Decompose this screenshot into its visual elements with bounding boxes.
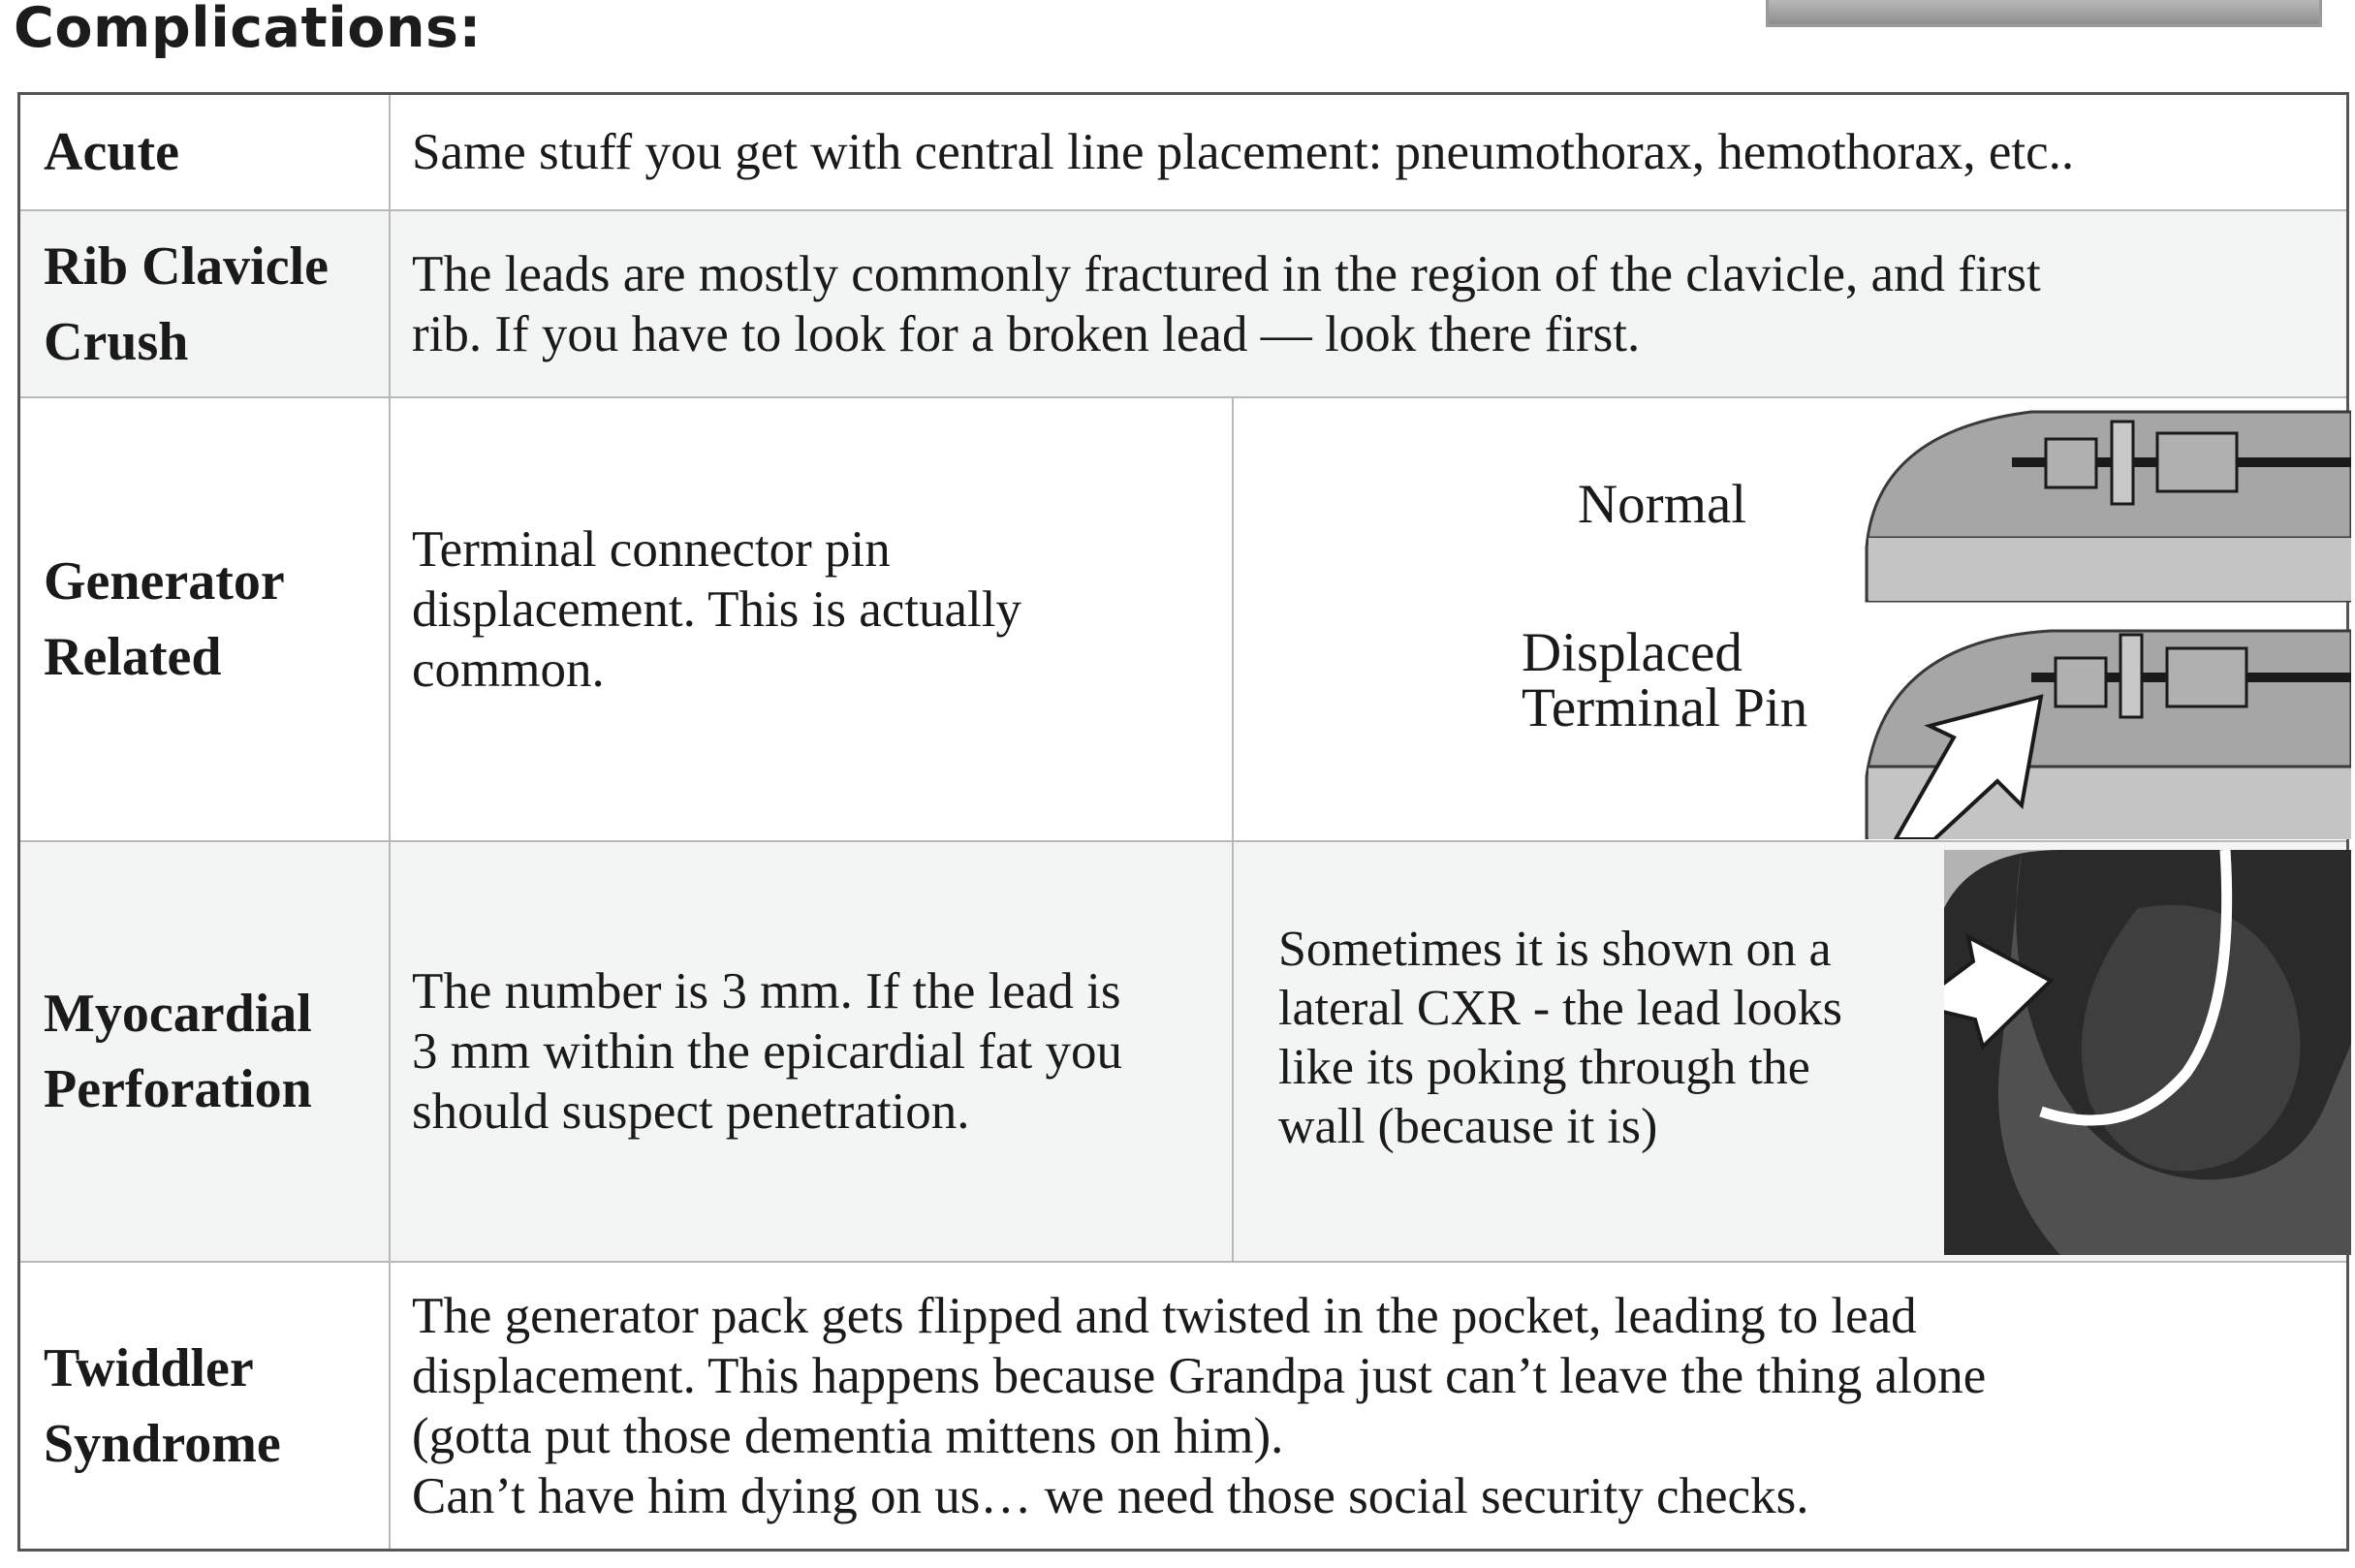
displaced-label-line2: Terminal Pin: [1522, 677, 1808, 738]
row-description-text: Terminal connector pin displacement. Thi…: [412, 521, 1021, 698]
row-description: Terminal connector pin displacement. Thi…: [391, 398, 1234, 840]
row-description: The leads are mostly commonly fractured …: [391, 211, 2346, 396]
complications-table: Acute Same stuff you get with central li…: [17, 92, 2351, 1552]
table-row-rib-clavicle-crush: Rib Clavicle Crush The leads are mostly …: [20, 211, 2346, 398]
row-label-line1: Rib Clavicle: [44, 235, 329, 297]
lateral-cxr-diagram: [1944, 850, 2351, 1255]
row-label: Rib Clavicle Crush: [20, 211, 391, 396]
table-row-myocardial-perforation: Myocardial Perforation The number is 3 m…: [20, 842, 2351, 1263]
row-label: Twiddler Syndrome: [20, 1263, 391, 1549]
row-label: Generator Related: [20, 398, 391, 840]
table-row-generator-related: Generator Related Terminal connector pin…: [20, 398, 2351, 842]
row-description-text: Same stuff you get with central line pla…: [412, 124, 2075, 180]
row-label-line2: Crush: [44, 311, 189, 372]
normal-label: Normal: [1578, 474, 1747, 535]
row-label: Myocardial Perforation: [20, 842, 391, 1261]
page-title: Complications:: [14, 0, 482, 60]
displaced-label-line1: Displaced: [1522, 622, 1743, 683]
row-description-text: The leads are mostly commonly fractured …: [412, 245, 2041, 362]
row-label-line2: Perforation: [44, 1059, 312, 1119]
row-label: Acute: [20, 95, 391, 209]
row-label-line2: Related: [44, 627, 222, 687]
row-label-line2: Syndrome: [44, 1413, 281, 1474]
row-label-line1: Generator: [44, 551, 285, 612]
row-label-line1: Twiddler: [44, 1337, 254, 1398]
row-description: Same stuff you get with central line pla…: [391, 95, 2346, 209]
table-row-acute: Acute Same stuff you get with central li…: [20, 95, 2346, 211]
row-label-line1: Myocardial: [44, 984, 312, 1044]
displaced-connector-diagram: [1865, 629, 2351, 839]
row-description-text: The number is 3 mm. If the lead is 3 mm …: [412, 963, 1122, 1140]
figure-caption: Sometimes it is shown on a lateral CXR -…: [1278, 922, 1842, 1154]
row-label-text: Acute: [44, 122, 179, 182]
table-row-twiddler-syndrome: Twiddler Syndrome The generator pack get…: [20, 1263, 2346, 1549]
row-description: The number is 3 mm. If the lead is 3 mm …: [391, 842, 1234, 1261]
terminal-pin-figure: Normal Displaced Terminal Pin: [1234, 398, 2351, 840]
row-description-text: The generator pack gets flipped and twis…: [412, 1287, 1987, 1524]
normal-connector-diagram: [1865, 410, 2351, 603]
row-description: The generator pack gets flipped and twis…: [391, 1263, 2346, 1549]
perforation-figure: Sometimes it is shown on a lateral CXR -…: [1234, 842, 2351, 1261]
cropped-figure-thumbnail: [1766, 0, 2322, 27]
